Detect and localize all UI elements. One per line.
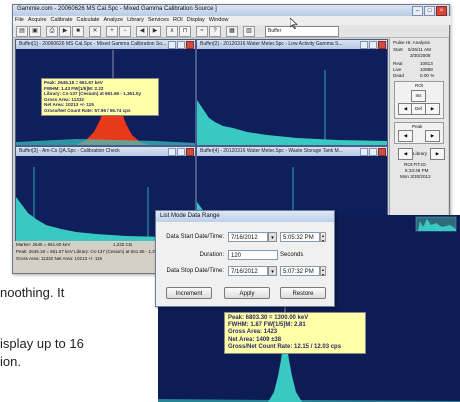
dialog-title-bar: List Mode Data Range	[156, 211, 334, 222]
insert-roi-button[interactable]: Ins	[411, 90, 426, 102]
peak-info-line: Net Area: 1409 ±38	[228, 336, 282, 343]
menu-display[interactable]: Display	[187, 16, 205, 25]
menu-analyze[interactable]: Analyze	[103, 16, 123, 25]
library-label: Library	[413, 151, 428, 156]
start-icon[interactable]: ▶	[59, 26, 71, 37]
window-icon[interactable]: ▦	[226, 26, 238, 37]
duration-label: Duration:	[199, 252, 224, 258]
menu-window[interactable]: Window	[209, 16, 229, 25]
tile-icon[interactable]: ▥	[243, 26, 255, 37]
start-date-field[interactable]: 7/16/2012	[228, 232, 268, 242]
peak-left-button[interactable]: ◀	[398, 130, 413, 142]
large-spectrum-pane[interactable]: Peak: 6803.30 = 1300.00 keV FWHM: 1.87 F…	[158, 306, 460, 402]
delete-roi-button[interactable]: Del	[411, 103, 426, 115]
buffer-combo[interactable]: Buffer	[265, 26, 339, 37]
close-button[interactable]: ×	[436, 6, 447, 16]
status-area-line: Gross Area: 11332 Net Area: 10213 +/- 11…	[16, 256, 103, 261]
help-icon[interactable]: ?	[209, 26, 221, 37]
duration-field[interactable]: 120	[228, 250, 278, 260]
doc-text-line: noothing. It	[0, 285, 65, 300]
increment-button[interactable]: Increment	[166, 287, 212, 299]
doc-text-line: isplay up to 16	[0, 336, 84, 351]
start-value: 5/26/11 AM	[408, 47, 431, 52]
menu-roi[interactable]: ROI	[173, 16, 183, 25]
peak-info-line: FWHM: 1.87 FW[1/5]M: 2.81	[228, 322, 306, 329]
peak-info-line: Gross/Net Count Rate: 57.96 / 56.74 cps	[44, 107, 131, 113]
status-peak-line: Peak: 2645.18 = 661.67 keV Library: Cs-1…	[16, 249, 166, 254]
right-arrow-icon[interactable]: ▶	[149, 26, 161, 37]
panel-header: Pulse Ht. Analysis	[393, 40, 430, 45]
stop-time-field[interactable]: 5:07:32 PM	[280, 266, 320, 276]
left-arrow-icon[interactable]: ◀	[136, 26, 148, 37]
menu-calibrate[interactable]: Calibrate	[51, 16, 73, 25]
roi-label: ROI	[415, 83, 424, 88]
roi-right-button[interactable]: ▶	[425, 103, 440, 115]
library-left-button[interactable]: ◀	[398, 148, 413, 160]
restore-button[interactable]: Restore	[280, 287, 326, 299]
live-value: 10898	[420, 67, 433, 72]
live-label: Live	[393, 67, 402, 72]
dialog-title: List Mode Data Range	[160, 213, 220, 219]
start-label: Start	[393, 47, 403, 52]
menu-bar: File Acquire Calibrate Calculate Analyze…	[13, 16, 451, 25]
peak-right-button[interactable]: ▶	[425, 130, 440, 142]
start-time-spinner[interactable]: ▴ ▾	[320, 232, 326, 243]
spectrum-pane-2[interactable]: Buffer[2] - 20120316 Water Meter.Spc - L…	[196, 39, 388, 146]
peak-info-line: Gross/Net Count Rate: 12.15 / 12.03 cps	[228, 343, 342, 350]
large-spectrum-window[interactable]	[330, 215, 460, 306]
menu-file[interactable]: File	[15, 16, 24, 25]
marker-readout: Marker: 2645 = 661.60 keV	[16, 242, 71, 247]
menu-acquire[interactable]: Acquire	[28, 16, 47, 25]
apply-button[interactable]: Apply	[224, 287, 270, 299]
list-mode-dialog: List Mode Data Range Data Start Date/Tim…	[155, 210, 335, 307]
dead-label: Dead	[393, 73, 404, 78]
stop-time-spinner[interactable]: ▴ ▾	[320, 266, 326, 277]
open-icon[interactable]: ▤	[16, 26, 28, 37]
save-icon[interactable]: ▣	[29, 26, 41, 37]
real-value: 10813	[420, 61, 433, 66]
peak-info-box: Peak: 2645.18 = 661.67 keV FWHM: 1.43 FW…	[41, 78, 159, 116]
peak-info-line: Gross Area: 1423	[228, 329, 278, 336]
doc-text-line: ion.	[0, 354, 21, 369]
menu-library[interactable]: Library	[127, 16, 144, 25]
menu-calculate[interactable]: Calculate	[77, 16, 100, 25]
window-controls: – □ ×	[412, 6, 447, 16]
peak-info-line: Library: Cs-137 (Cesium) at 661.66 - 1,3…	[44, 91, 142, 97]
peak-info-line: Peak: 6803.30 = 1300.00 keV	[228, 315, 309, 321]
library-right-button[interactable]: ▶	[430, 148, 445, 160]
start-time-field[interactable]: 5:05:32 PM	[280, 232, 320, 242]
toolbar: ▤ ▣ ⎙ ▶ ■ ✕ + − ◀ ▶ ∧ ⊓ ≈ ? ▦ ▥ Buffer	[13, 25, 449, 38]
zoom-out-icon[interactable]: −	[119, 26, 131, 37]
window-title: Gammie.com - 20060626 MS Cal.Spc - Mixed…	[17, 6, 217, 12]
peak-info-box-large: Peak: 6803.30 = 1300.00 keV FWHM: 1.87 F…	[224, 312, 366, 355]
real-label: Real	[393, 61, 403, 66]
peak-icon[interactable]: ∧	[166, 26, 178, 37]
peak-label: Peak	[412, 124, 423, 129]
zoom-in-icon[interactable]: +	[106, 26, 118, 37]
stop-date-field[interactable]: 7/16/2012	[228, 266, 268, 276]
minimize-button[interactable]: –	[412, 6, 423, 16]
title-bar: Gammie.com - 20060626 MS Cal.Spc - Mixed…	[13, 5, 449, 16]
duration-unit: Seconds	[280, 252, 304, 258]
calendar-dropdown-icon[interactable]: ▾	[268, 266, 277, 276]
start-date: 3/30/2008	[410, 53, 431, 58]
spectrum-plot	[197, 70, 387, 145]
clock-date: Mon 3/30/2012	[400, 174, 431, 179]
menu-services[interactable]: Services	[148, 16, 169, 25]
maximize-button[interactable]: □	[424, 6, 435, 16]
calendar-dropdown-icon[interactable]: ▾	[268, 232, 277, 242]
log-icon[interactable]: ≈	[196, 26, 208, 37]
counts-readout: 1,232 Cts	[113, 242, 133, 247]
roi-icon[interactable]: ⊓	[179, 26, 191, 37]
start-datetime-label: Data Start Date/Time:	[166, 234, 224, 240]
dead-value: 0.00 %	[420, 73, 435, 78]
clock-time: 5:33:46 PM	[405, 168, 429, 173]
mouse-cursor-icon	[290, 18, 298, 29]
clear-icon[interactable]: ✕	[89, 26, 101, 37]
roi-fit-label: ROI:FIT.ID	[404, 162, 426, 167]
spectrum-plot	[415, 216, 457, 232]
stop-icon[interactable]: ■	[72, 26, 84, 37]
print-icon[interactable]: ⎙	[46, 26, 58, 37]
stop-datetime-label: Data Stop Date/Time:	[166, 268, 224, 274]
